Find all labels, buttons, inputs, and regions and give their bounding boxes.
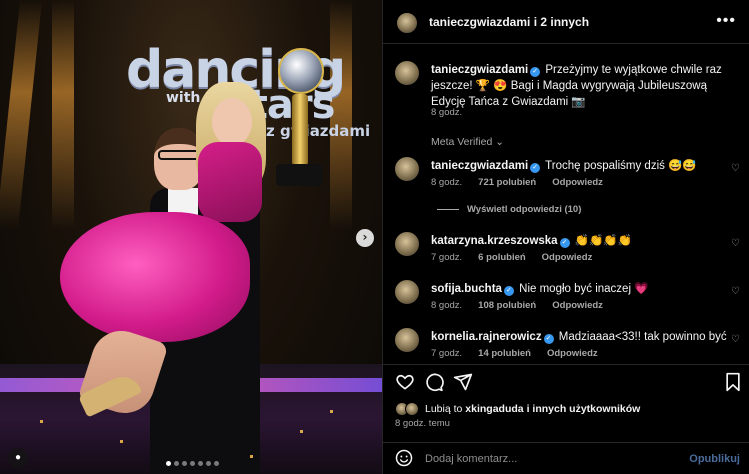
carousel-dot[interactable] [174,461,179,466]
replies-divider [437,208,459,210]
caption-avatar[interactable] [393,59,421,87]
tagged-users-button[interactable]: ● [8,448,28,468]
user-tag-icon: ● [14,452,22,463]
likes-user[interactable]: xkingaduda [465,403,523,415]
post-media[interactable]: dancing with stars z gwiazdami › ● [0,0,382,474]
heart-icon[interactable] [395,372,415,392]
carousel-dot[interactable] [190,461,195,466]
comment-username[interactable]: sofija.buchta [431,283,502,295]
caption-username[interactable]: tanieczgwiazdami [431,64,528,76]
comment-username[interactable]: tanieczgwiazdami [431,160,528,172]
post-button[interactable]: Opublikuj [689,453,740,465]
verified-badge-icon: ✓ [530,163,541,173]
confetti [40,420,43,423]
header-avatar[interactable] [395,11,419,35]
comments-feed: tanieczgwiazdami ✓ Przeżyjmy te wyjątkowe… [383,45,749,363]
caption-time: 8 godz. [431,107,463,118]
comment-heart-icon[interactable]: ♡ [731,163,740,174]
comment-composer: Opublikuj [383,442,749,474]
comment-avatar[interactable] [393,155,421,183]
comment-time: 8 godz. [431,177,463,188]
bookmark-icon[interactable] [723,372,743,392]
comment-likes[interactable]: 14 polubień [478,348,531,359]
carousel-dot[interactable] [166,461,171,466]
post-header: tanieczgwiazdami i 2 innych ••• [383,0,749,44]
meta-verified-toggle[interactable]: Meta Verified ⌄ [431,136,504,148]
confetti [300,430,303,433]
comment-likes[interactable]: 6 polubień [478,252,526,263]
next-slide-button[interactable]: › [356,229,374,247]
confetti [250,455,253,458]
comment-text: Nie mogło być inaczej 💗 [519,283,649,295]
comment-text: 👏👏👏👏 [574,235,633,247]
action-bar [383,364,749,398]
comment-avatar[interactable] [393,278,421,306]
more-options-icon[interactable]: ••• [716,12,736,30]
carousel-dots [166,461,219,466]
comment-heart-icon[interactable]: ♡ [731,286,740,297]
comment-text: Trochę pospaliśmy dziś 😅😅 [545,160,697,172]
carousel-dot[interactable] [206,461,211,466]
chevron-down-icon: ⌄ [495,136,505,148]
comment-input[interactable] [425,449,675,469]
comment-username[interactable]: kornelia.rajnerowicz [431,331,542,343]
post-time-ago: 8 godz. temu [395,418,450,429]
verified-badge-icon: ✓ [503,286,514,296]
confetti [330,410,333,413]
chevron-right-icon: › [362,230,368,244]
comment-likes[interactable]: 721 polubień [478,177,536,188]
send-icon[interactable] [453,372,473,392]
comment-likes[interactable]: 108 polubień [478,300,536,311]
comment-avatar[interactable] [393,326,421,354]
comment-avatar[interactable] [393,230,421,258]
likes-summary[interactable]: Lubią to xkingaduda i innych użytkownikó… [395,402,640,416]
confetti [120,440,123,443]
comment-time: 7 godz. [431,252,463,263]
reply-button[interactable]: Odpowiedz [552,177,603,188]
likes-prefix: Lubią to [425,403,466,415]
trophy [272,48,326,188]
liker-avatar [405,402,419,416]
comment-heart-icon[interactable]: ♡ [731,334,740,345]
reply-button[interactable]: Odpowiedz [547,348,598,359]
verified-badge-icon: ✓ [530,67,541,77]
likes-suffix[interactable]: i innych użytkowników [524,403,641,415]
dancer-woman [60,82,266,422]
comment-heart-icon[interactable]: ♡ [731,238,740,249]
comment-username[interactable]: katarzyna.krzeszowska [431,235,558,247]
header-title[interactable]: tanieczgwiazdami i 2 innych [429,15,589,29]
carousel-dot[interactable] [214,461,219,466]
carousel-dot[interactable] [198,461,203,466]
comment-time: 8 godz. [431,300,463,311]
view-replies-button[interactable]: Wyświetl odpowiedzi (10) [437,204,581,215]
reply-button[interactable]: Odpowiedz [542,252,593,263]
emoji-icon[interactable] [395,449,413,467]
comment-time: 7 godz. [431,348,463,359]
reply-button[interactable]: Odpowiedz [552,300,603,311]
carousel-dot[interactable] [182,461,187,466]
stage-light [0,0,43,230]
comment-text: Madziaaaa<33!! tak powinno być [558,331,727,343]
verified-badge-icon: ✓ [543,334,554,344]
verified-badge-icon: ✓ [559,238,570,248]
post-panel: tanieczgwiazdami i 2 innych ••• tanieczg… [382,0,749,474]
comment-icon[interactable] [424,372,444,392]
